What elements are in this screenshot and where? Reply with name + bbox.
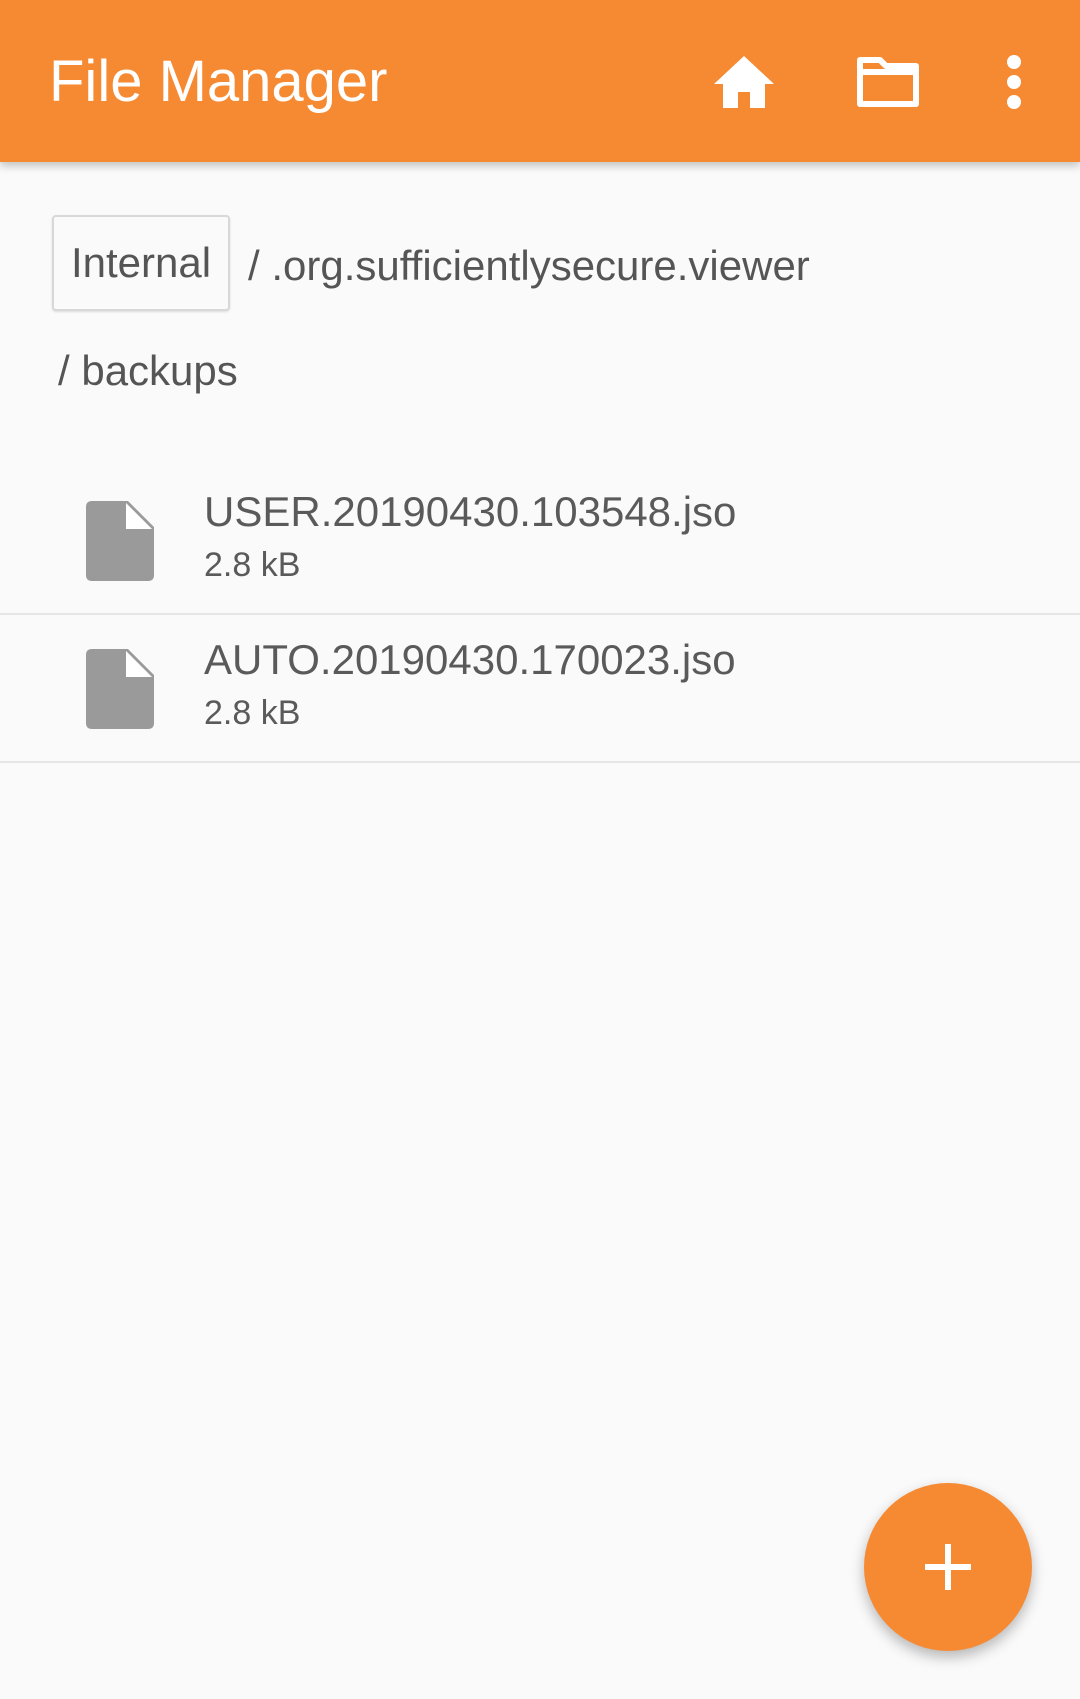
breadcrumb-root-internal[interactable]: Internal bbox=[52, 215, 230, 311]
home-button[interactable] bbox=[702, 40, 786, 124]
app-title: File Manager bbox=[49, 49, 388, 114]
file-name: AUTO.20190430.170023.jso bbox=[204, 636, 736, 683]
file-size: 2.8 kB bbox=[204, 546, 301, 584]
folder-icon bbox=[857, 57, 919, 107]
file-size: 2.8 kB bbox=[204, 694, 301, 732]
file-list: USER.20190430.103548.jso 2.8 kB AUTO.201… bbox=[0, 467, 1080, 763]
home-icon bbox=[714, 56, 774, 108]
app-bar: File Manager bbox=[0, 0, 1080, 162]
more-options-button[interactable] bbox=[972, 40, 1056, 124]
file-list-item[interactable]: USER.20190430.103548.jso 2.8 kB bbox=[0, 467, 1080, 615]
file-name: USER.20190430.103548.jso bbox=[204, 488, 737, 535]
more-vert-icon bbox=[1007, 55, 1021, 109]
folder-button[interactable] bbox=[846, 40, 930, 124]
breadcrumb-segment-backups[interactable]: / backups bbox=[58, 347, 238, 395]
breadcrumb-segment-viewer[interactable]: / .org.sufficientlysecure.viewer bbox=[248, 242, 810, 290]
file-icon bbox=[86, 649, 154, 729]
plus-icon bbox=[925, 1544, 971, 1590]
file-icon bbox=[86, 501, 154, 581]
add-fab-button[interactable] bbox=[864, 1483, 1032, 1651]
file-list-item[interactable]: AUTO.20190430.170023.jso 2.8 kB bbox=[0, 615, 1080, 763]
